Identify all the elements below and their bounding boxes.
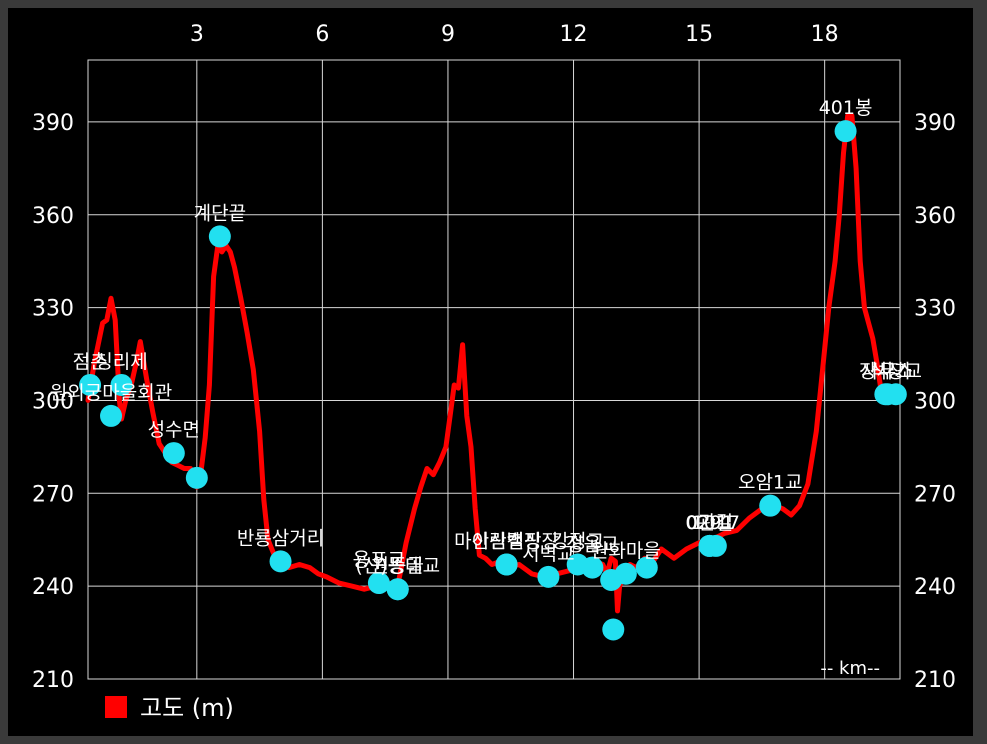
waypoint-label: 성수면 (148, 419, 200, 441)
waypoint-marker (602, 618, 625, 641)
waypoint-label: 반룡삼거리 (237, 527, 324, 549)
x-tick-label: 9 (441, 22, 455, 47)
waypoint-marker (185, 466, 208, 489)
x-tick-label: 15 (685, 22, 713, 47)
waypoint-marker (495, 553, 518, 576)
waypoint-label: 401봉 (819, 97, 873, 119)
waypoint-label: 싱리제 (95, 351, 147, 373)
waypoint-marker (100, 404, 123, 427)
waypoint-marker (759, 494, 782, 517)
y-tick-label-right: 300 (914, 389, 956, 414)
x-tick-label: 12 (560, 22, 588, 47)
legend-swatch (105, 696, 127, 718)
waypoint-marker (269, 550, 292, 573)
waypoint-marker (386, 578, 409, 601)
y-tick-label-right: 390 (914, 111, 956, 136)
waypoint-marker (884, 383, 907, 406)
waypoint-marker (162, 442, 185, 465)
y-tick-label-right: 240 (914, 575, 956, 600)
waypoint-marker (208, 225, 231, 248)
waypoint-label: 원화마을 (591, 540, 661, 562)
y-tick-label-right: 270 (914, 482, 956, 507)
y-tick-label-left: 270 (32, 482, 74, 507)
y-tick-label-left: 330 (32, 297, 74, 322)
y-tick-label-right: 210 (914, 668, 956, 693)
elevation-chart: 210 210 240 240 270 270 300 300 330 330 360 360 390 3… (8, 8, 973, 736)
y-tick-label-left: 360 (32, 204, 74, 229)
x-tick-label: 18 (811, 22, 839, 47)
waypoint-marker (614, 562, 637, 585)
waypoint-label: 오암1교 (738, 472, 803, 494)
waypoint-label: 계단끝 (194, 202, 246, 224)
chart-svg: 210 210240 240270 270300 300330 330360 360390 3… (32, 22, 956, 722)
legend: 고도 (m) (105, 694, 234, 722)
y-tick-label-left: 240 (32, 575, 74, 600)
waypoint-label: 1017 (692, 512, 740, 534)
y-tick-label-left: 390 (32, 111, 74, 136)
waypoint-label: 원증골 (372, 555, 424, 577)
x-unit-label: -- km-- (820, 658, 880, 679)
waypoint-label: 원외궁마을회관 (50, 382, 172, 404)
waypoint-marker (704, 534, 727, 557)
waypoint-label: 석장교 (870, 360, 922, 382)
y-tick-label-left: 210 (32, 668, 74, 693)
y-tick-label-right: 330 (914, 297, 956, 322)
axis-ticks: 210 210240 240270 270300 300330 330360 360390 3… (32, 22, 956, 693)
x-tick-label: 6 (315, 22, 329, 47)
legend-label: 고도 (m) (140, 694, 234, 722)
y-tick-label-right: 360 (914, 204, 956, 229)
x-tick-label: 3 (190, 22, 204, 47)
waypoint-marker (834, 120, 857, 143)
waypoint-marker (537, 565, 560, 588)
